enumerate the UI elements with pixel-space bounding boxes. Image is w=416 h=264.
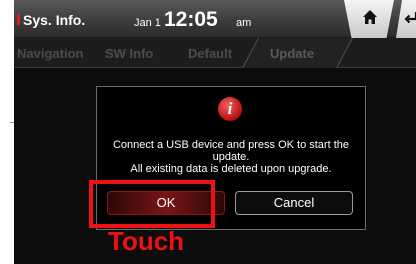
app-title: Sys. Info. [23,12,86,28]
dialog-message-line-2: update. [212,151,250,163]
tab-sw-info[interactable]: SW Info [105,46,153,61]
dialog-message: Connect a USB device and press OK to sta… [97,139,365,175]
touch-highlight-box [89,180,215,228]
info-icon: i [218,97,242,121]
tab-bar: Navigation SW Info Default Update [14,38,416,68]
dialog-message-line-1: Connect a USB device and press OK to sta… [112,139,349,151]
dialog-message-line-3: All existing data is deleted upon upgrad… [130,163,332,175]
status-bar: Sys. Info. Jan 1 12:05 am [14,0,416,38]
touch-annotation-label: Touch [108,226,185,256]
head-unit-screen: Sys. Info. Jan 1 12:05 am Navigation SW … [14,0,416,264]
tab-update[interactable]: Update [270,46,314,61]
tab-navigation[interactable]: Navigation [17,46,83,61]
back-arrow-icon [404,12,416,24]
home-icon [363,10,377,24]
clock-time: 12:05 [164,8,218,31]
cancel-button[interactable]: Cancel [235,191,353,215]
accent-mark [17,14,20,25]
figure: Sys. Info. Jan 1 12:05 am Navigation SW … [0,0,416,264]
date-label: Jan 1 [134,17,161,29]
tab-default[interactable]: Default [188,46,232,61]
clock-ampm: am [236,17,252,29]
